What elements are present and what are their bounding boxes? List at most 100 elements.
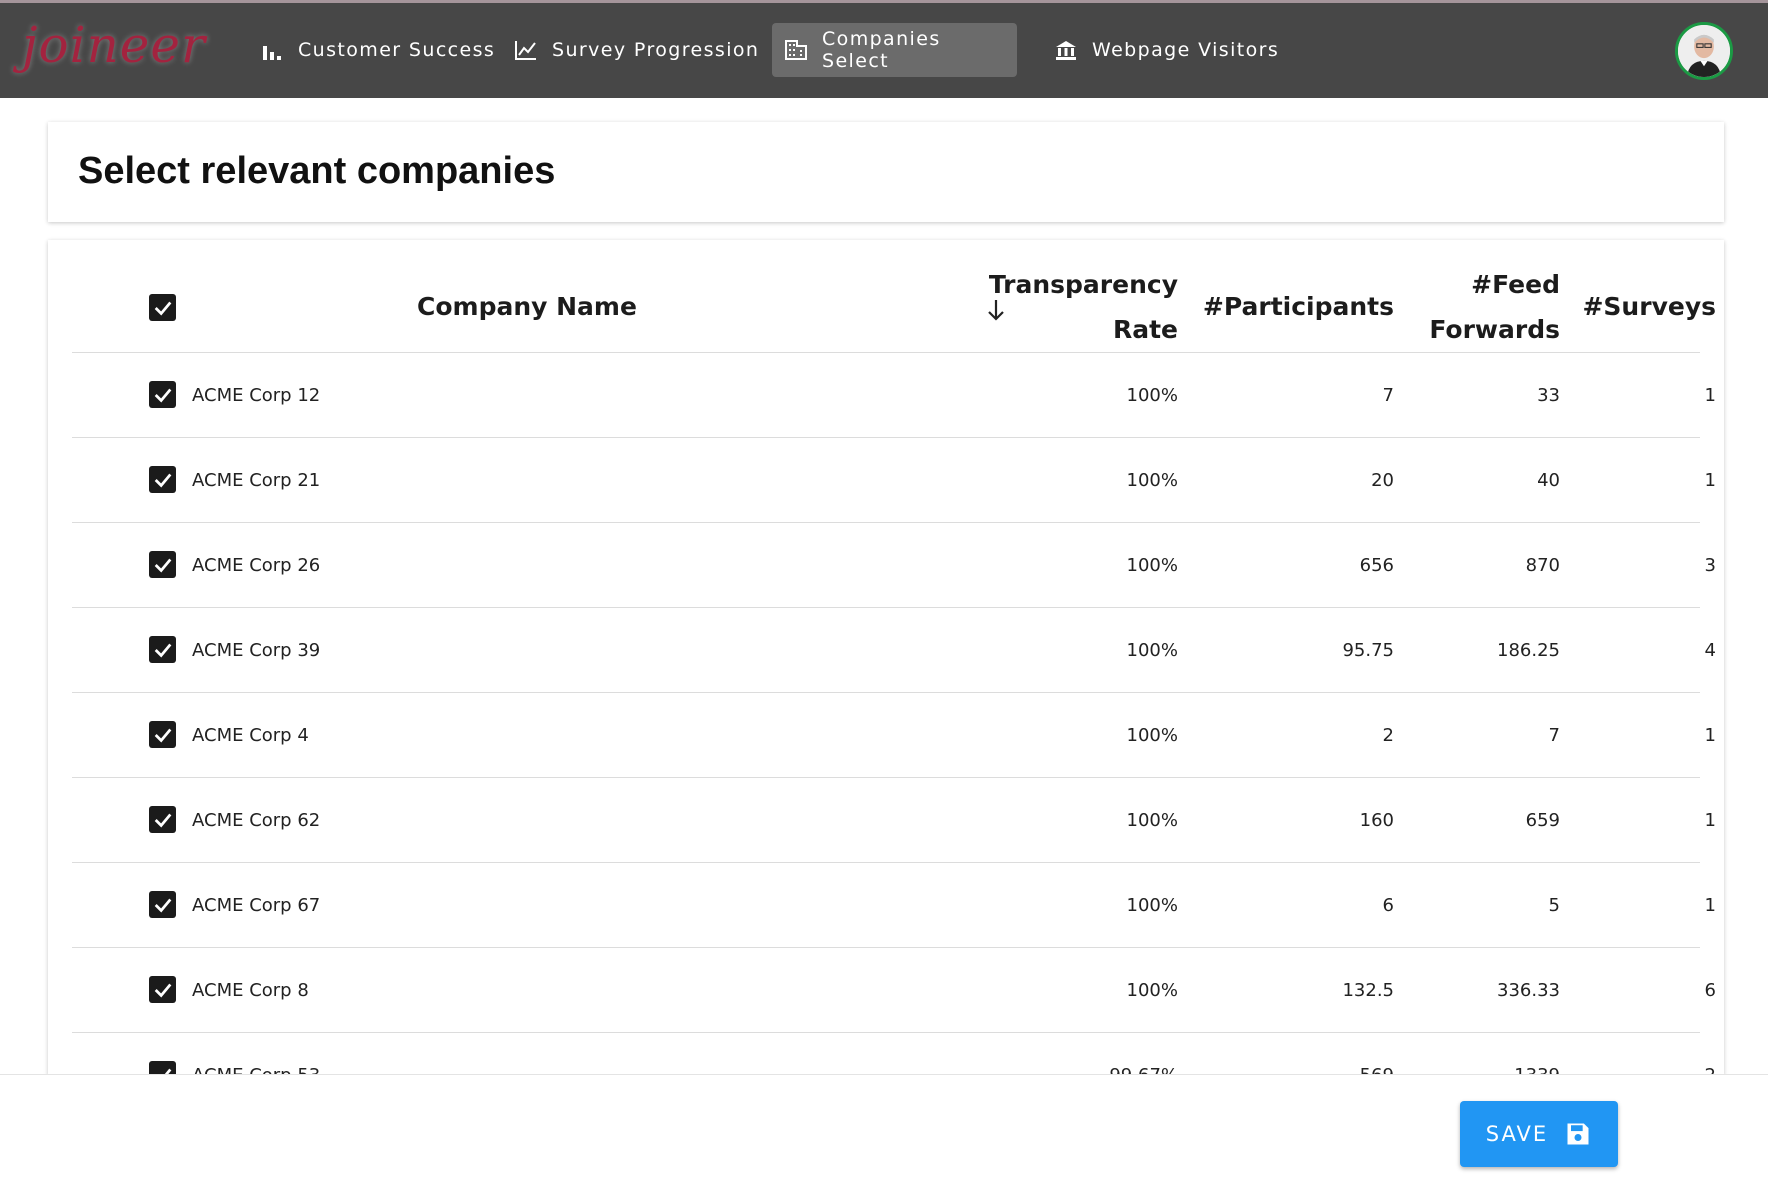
bank-icon (1054, 38, 1078, 62)
nav-label: Survey Progression (552, 39, 760, 61)
footer-bar: SAVE (0, 1074, 1768, 1184)
row-checkbox[interactable] (149, 381, 176, 408)
row-checkbox[interactable] (149, 976, 176, 1003)
checkmark-icon (154, 388, 171, 403)
nav-label: Customer Success (298, 39, 496, 61)
nav-customer-success[interactable]: Customer Success (248, 23, 507, 77)
column-header-surveys[interactable]: #Surveys (1542, 284, 1716, 329)
table-row[interactable]: ACME Corp 8 100% 132.5 336.33 6 (72, 948, 1716, 1033)
save-button-label: SAVE (1485, 1122, 1549, 1146)
table-row[interactable]: ACME Corp 12 100% 7 33 1 (72, 353, 1716, 438)
row-checkbox[interactable] (149, 636, 176, 663)
surveys-cell: 2 (1704, 1065, 1716, 1076)
column-header-participants[interactable]: #Participants (1172, 284, 1394, 329)
table-row[interactable]: ACME Corp 26 100% 656 870 3 (72, 523, 1716, 608)
participants-cell: 656 (1359, 555, 1394, 576)
table-row[interactable]: ACME Corp 39 100% 95.75 186.25 4 (72, 608, 1716, 693)
feed-forwards-cell: 40 (1537, 470, 1560, 491)
participants-cell: 20 (1371, 470, 1394, 491)
feed-forwards-cell: 336.33 (1497, 980, 1560, 1001)
table-row[interactable]: ACME Corp 21 100% 20 40 1 (72, 438, 1716, 523)
title-card: Select relevant companies (48, 122, 1724, 222)
transparency-rate-cell: 100% (1126, 725, 1178, 746)
table-row[interactable]: ACME Corp 53 99.67% 569 1339 2 (72, 1033, 1716, 1076)
surveys-cell: 1 (1704, 895, 1716, 916)
nav-companies-select[interactable]: Companies Select (772, 23, 1017, 77)
column-header-company-name[interactable]: Company Name (417, 284, 637, 329)
row-checkbox[interactable] (149, 551, 176, 578)
building-icon (784, 38, 808, 62)
participants-cell: 132.5 (1342, 980, 1394, 1001)
transparency-rate-cell: 100% (1126, 640, 1178, 661)
page-title: Select relevant companies (78, 150, 556, 192)
table-row[interactable]: ACME Corp 4 100% 2 7 1 (72, 693, 1716, 778)
checkmark-icon (154, 983, 171, 998)
surveys-cell: 3 (1704, 555, 1716, 576)
surveys-cell: 1 (1704, 385, 1716, 406)
line-chart-icon (514, 38, 538, 62)
checkmark-icon (154, 643, 171, 658)
checkmark-icon (154, 473, 171, 488)
company-name-cell: ACME Corp 12 (192, 385, 321, 406)
column-header-transparency[interactable]: Transparency Rate (972, 262, 1178, 352)
column-header-feed-line2: Forwards (1429, 315, 1560, 344)
nav-label: Companies Select (822, 28, 941, 72)
participants-cell: 7 (1382, 385, 1394, 406)
top-navigation-bar: joineer Customer Success Survey Progress… (0, 0, 1768, 98)
nav-webpage-visitors[interactable]: Webpage Visitors (1042, 23, 1291, 77)
checkmark-icon (154, 301, 171, 316)
company-name-cell: ACME Corp 39 (192, 640, 321, 661)
transparency-rate-cell: 100% (1126, 810, 1178, 831)
company-name-cell: ACME Corp 53 (192, 1065, 321, 1076)
feed-forwards-cell: 5 (1548, 895, 1560, 916)
feed-forwards-cell: 186.25 (1497, 640, 1560, 661)
column-header-feed-line1: #Feed (1471, 270, 1560, 299)
feed-forwards-cell: 7 (1548, 725, 1560, 746)
company-name-cell: ACME Corp 21 (192, 470, 321, 491)
participants-cell: 160 (1359, 810, 1394, 831)
feed-forwards-cell: 659 (1525, 810, 1560, 831)
feed-forwards-cell: 870 (1525, 555, 1560, 576)
bar-chart-icon (260, 38, 284, 62)
company-name-cell: ACME Corp 67 (192, 895, 321, 916)
company-name-cell: ACME Corp 26 (192, 555, 321, 576)
surveys-cell: 1 (1704, 725, 1716, 746)
checkmark-icon (154, 898, 171, 913)
feed-forwards-cell: 1339 (1514, 1065, 1560, 1076)
participants-cell: 6 (1382, 895, 1394, 916)
company-name-cell: ACME Corp 8 (192, 980, 309, 1001)
table-header: Company Name Transparency Rate #Particip… (72, 240, 1716, 353)
table-row[interactable]: ACME Corp 67 100% 6 5 1 (72, 863, 1716, 948)
row-checkbox[interactable] (149, 466, 176, 493)
participants-cell: 569 (1359, 1065, 1394, 1076)
transparency-rate-cell: 99.67% (1109, 1065, 1178, 1076)
row-checkbox[interactable] (149, 891, 176, 918)
transparency-rate-cell: 100% (1126, 980, 1178, 1001)
transparency-rate-cell: 100% (1126, 470, 1178, 491)
transparency-rate-cell: 100% (1126, 555, 1178, 576)
user-avatar[interactable] (1675, 22, 1733, 80)
select-all-checkbox[interactable] (149, 294, 176, 321)
surveys-cell: 1 (1704, 470, 1716, 491)
nav-label: Webpage Visitors (1092, 39, 1280, 61)
surveys-cell: 1 (1704, 810, 1716, 831)
joineer-logo[interactable]: joineer (22, 15, 206, 75)
column-header-transparency-line1: Transparency (988, 270, 1178, 299)
checkmark-icon (154, 813, 171, 828)
floppy-disk-icon (1564, 1120, 1592, 1148)
participants-cell: 2 (1382, 725, 1394, 746)
company-name-cell: ACME Corp 4 (192, 725, 309, 746)
row-checkbox[interactable] (149, 806, 176, 833)
surveys-cell: 4 (1704, 640, 1716, 661)
checkmark-icon (154, 558, 171, 573)
nav-survey-progression[interactable]: Survey Progression (502, 23, 771, 77)
company-name-cell: ACME Corp 62 (192, 810, 321, 831)
row-checkbox[interactable] (149, 721, 176, 748)
column-header-feed-forwards[interactable]: #Feed Forwards (1372, 262, 1560, 352)
save-button[interactable]: SAVE (1460, 1101, 1618, 1167)
participants-cell: 95.75 (1342, 640, 1394, 661)
transparency-rate-cell: 100% (1126, 385, 1178, 406)
transparency-rate-cell: 100% (1126, 895, 1178, 916)
table-row[interactable]: ACME Corp 62 100% 160 659 1 (72, 778, 1716, 863)
feed-forwards-cell: 33 (1537, 385, 1560, 406)
